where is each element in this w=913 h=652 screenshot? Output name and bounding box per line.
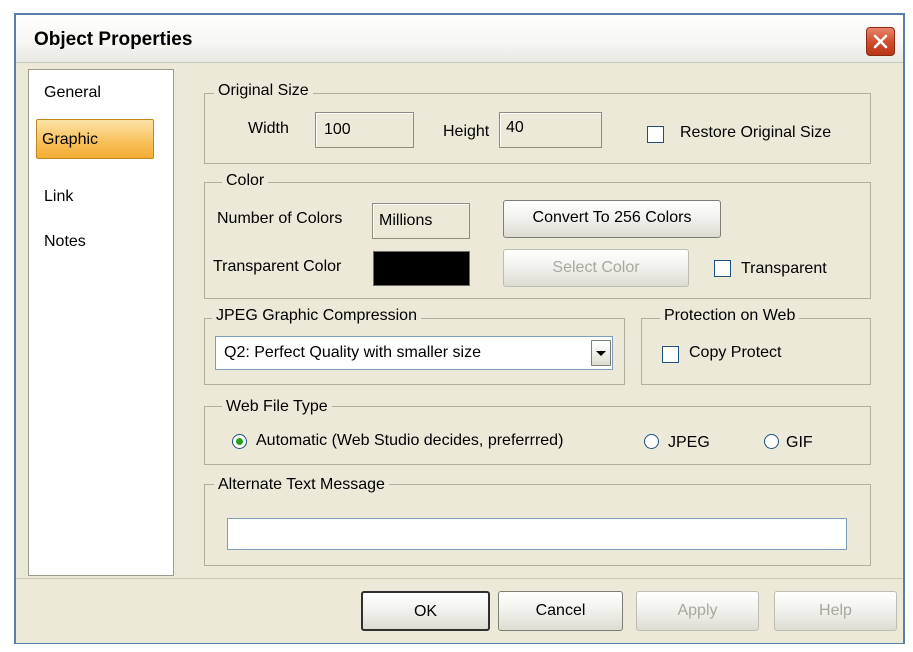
original-size-legend: Original Size (214, 82, 313, 100)
alternate-text-input[interactable] (227, 518, 847, 550)
chevron-down-icon (596, 351, 606, 356)
transparent-checkbox[interactable] (714, 260, 731, 277)
transparent-color-swatch (373, 251, 470, 286)
apply-button[interactable]: Apply (636, 591, 759, 631)
sidebar-item-link[interactable]: Link (44, 188, 73, 206)
web-file-type-legend: Web File Type (222, 398, 332, 416)
height-label: Height (443, 123, 490, 140)
radio-jpeg-label[interactable]: JPEG (668, 434, 710, 452)
copy-protect-label[interactable]: Copy Protect (689, 344, 781, 362)
restore-original-size-checkbox[interactable] (647, 126, 664, 143)
radio-gif-label[interactable]: GIF (786, 434, 813, 452)
copy-protect-checkbox[interactable] (662, 346, 679, 363)
sidebar-item-notes[interactable]: Notes (44, 233, 86, 251)
dropdown-arrow-button[interactable] (591, 340, 611, 366)
height-field: 40 (499, 112, 602, 148)
radio-jpeg[interactable] (644, 434, 659, 449)
width-label: Width (248, 120, 289, 137)
number-of-colors-label: Number of Colors (217, 210, 343, 227)
jpeg-compression-legend: JPEG Graphic Compression (212, 307, 421, 325)
convert-256-colors-button[interactable]: Convert To 256 Colors (503, 200, 721, 238)
number-of-colors-field: Millions (372, 203, 470, 239)
ok-button[interactable]: OK (361, 591, 490, 631)
radio-automatic[interactable] (232, 434, 247, 449)
help-button[interactable]: Help (774, 591, 897, 631)
close-icon (873, 34, 888, 49)
color-legend: Color (222, 172, 269, 190)
width-value: 100 (324, 121, 351, 138)
protection-on-web-legend: Protection on Web (660, 307, 800, 325)
radio-gif[interactable] (764, 434, 779, 449)
close-button[interactable] (866, 27, 895, 56)
width-field: 100 (315, 112, 414, 148)
radio-automatic-label[interactable]: Automatic (Web Studio decides, preferrre… (256, 432, 563, 450)
select-color-button[interactable]: Select Color (503, 249, 689, 287)
dialog-title: Object Properties (34, 29, 193, 50)
sidebar-item-general[interactable]: General (44, 84, 101, 102)
jpeg-compression-selected-value: Q2: Perfect Quality with smaller size (224, 344, 481, 361)
cancel-button[interactable]: Cancel (498, 591, 623, 631)
sidebar-item-graphic[interactable]: Graphic (42, 131, 98, 149)
height-value: 40 (506, 119, 524, 136)
jpeg-compression-select[interactable]: Q2: Perfect Quality with smaller size (215, 336, 613, 370)
alternate-text-legend: Alternate Text Message (214, 476, 389, 494)
transparent-color-label: Transparent Color (213, 258, 342, 275)
transparent-label[interactable]: Transparent (741, 260, 827, 278)
restore-original-size-label[interactable]: Restore Original Size (680, 124, 831, 142)
number-of-colors-value: Millions (379, 212, 433, 229)
radio-selected-dot (236, 438, 243, 445)
